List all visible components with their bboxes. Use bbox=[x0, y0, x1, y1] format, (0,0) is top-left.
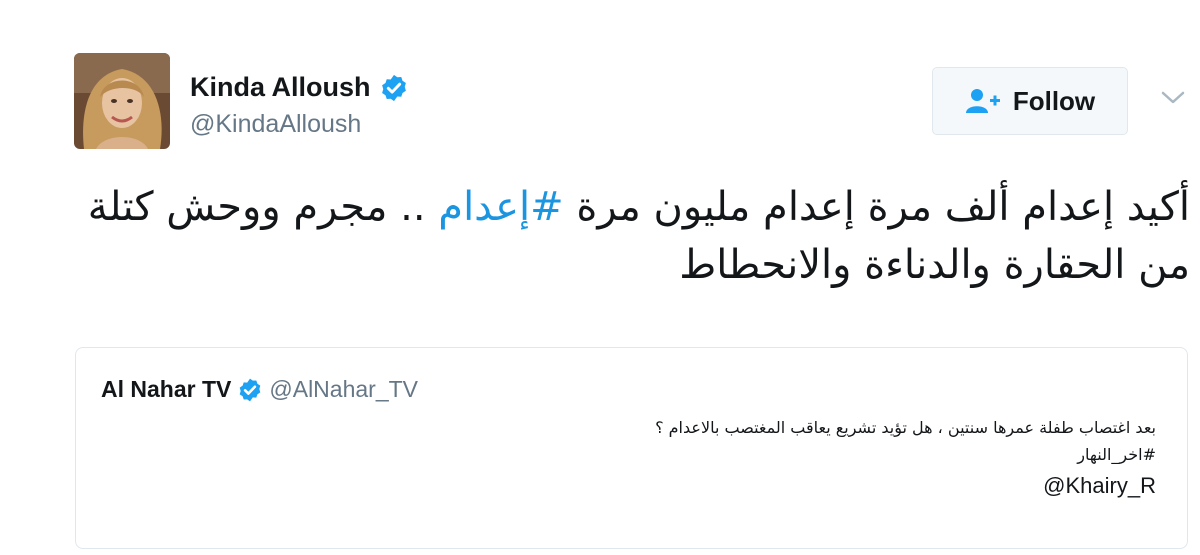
add-user-icon bbox=[965, 89, 1000, 113]
follow-button[interactable]: Follow bbox=[932, 67, 1128, 135]
profile-photo bbox=[74, 53, 170, 149]
tweet-text-line-1: أكيد إعدام ألف مرة إعدام مليون مرة #إعدا… bbox=[87, 184, 1190, 230]
quoted-mention: @Khairy_R bbox=[1043, 473, 1156, 498]
hashtag-link[interactable]: #إعدام bbox=[438, 184, 563, 230]
quoted-text-line: بعد اغتصاب طفلة عمرها سنتين ، هل تؤيد تش… bbox=[655, 418, 1156, 437]
tweet-text-line-2: من الحقارة والدناءة والانحطاط bbox=[679, 242, 1190, 288]
author-name-row[interactable]: Kinda Alloush bbox=[190, 72, 409, 103]
follow-label: Follow bbox=[1012, 85, 1096, 116]
avatar[interactable] bbox=[74, 53, 170, 149]
author-handle[interactable]: @KindaAlloush bbox=[190, 110, 361, 139]
verified-badge-icon bbox=[240, 378, 261, 401]
quoted-display-name: Al Nahar TV bbox=[101, 376, 232, 402]
author-display-name[interactable]: Kinda Alloush bbox=[190, 72, 371, 103]
quoted-tweet-card[interactable]: Al Nahar TV @AlNahar_TV بعد اغتصاب طفلة … bbox=[75, 347, 1188, 549]
quoted-tweet-body: بعد اغتصاب طفلة عمرها سنتين ، هل تؤيد تش… bbox=[655, 414, 1156, 499]
tweet-text: أكيد إعدام ألف مرة إعدام مليون مرة #إعدا… bbox=[70, 178, 1190, 294]
quoted-handle: @AlNahar_TV bbox=[269, 376, 418, 402]
verified-badge-icon bbox=[381, 74, 406, 101]
quoted-tweet-header: Al Nahar TV @AlNahar_TV bbox=[101, 376, 418, 403]
chevron-down-icon[interactable] bbox=[1160, 88, 1186, 108]
quoted-hashtag: #اخر_النهار bbox=[1077, 445, 1156, 464]
